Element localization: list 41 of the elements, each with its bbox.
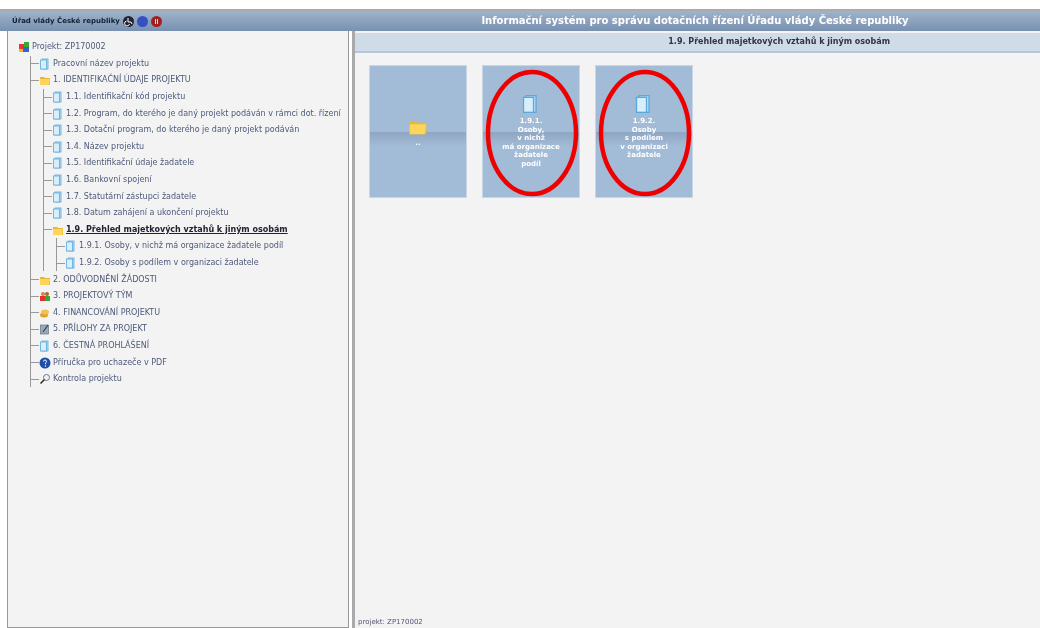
tree-item[interactable]: 1.6. Bankovní spojení — [64, 174, 152, 187]
tree-item[interactable]: 1.1. Identifikační kód projektu — [64, 91, 186, 104]
people-icon — [39, 290, 51, 303]
help-icon — [39, 356, 51, 369]
tree-item[interactable]: 1.2. Program, do kterého je daný projekt podáván v rámci dot. řízení — [64, 107, 341, 120]
section-title: 1.9. Přehled majetkových vztahů k jiným osobám — [355, 33, 1040, 53]
tree-item[interactable]: Projekt: ZP170002 — [30, 41, 106, 54]
document-icon — [52, 140, 64, 153]
document-icon — [52, 190, 64, 203]
tree-item[interactable]: Příručka pro uchazeče v PDF — [51, 356, 167, 369]
tree-item[interactable]: 1. IDENTIFIKAČNÍ ÚDAJE PROJEKTU — [51, 74, 191, 87]
folder-icon — [39, 74, 51, 87]
document-icon — [65, 257, 77, 269]
tree-item[interactable]: 1.8. Datum zahájení a ukončení projektu — [64, 207, 229, 220]
wheelchair-icon — [122, 15, 134, 27]
project-icon — [18, 41, 30, 54]
tree-item[interactable]: 1.9. Přehled majetkových vztahů k jiným osobám — [64, 223, 288, 236]
tree-item[interactable]: 6. ČESTNÁ PROHLÁŠENÍ — [51, 340, 150, 352]
tree-item[interactable]: Kontrola projektu — [51, 373, 122, 386]
document-icon — [52, 91, 64, 104]
search-icon — [39, 373, 51, 386]
document-icon — [39, 340, 51, 352]
document-icon — [39, 57, 51, 70]
tree-item[interactable]: 4. FINANCOVÁNÍ PROJEKTU — [51, 306, 161, 319]
document-icon — [52, 174, 64, 187]
document-icon — [52, 107, 64, 120]
tree-item[interactable]: 1.5. Identifikační údaje žadatele — [64, 157, 195, 170]
tree-item[interactable]: 1.4. Název projektu — [64, 140, 145, 153]
tree-item[interactable]: 2. ODŮVODNĚNÍ ŽÁDOSTI — [51, 273, 157, 286]
document-icon — [52, 124, 64, 137]
tree-item[interactable]: 5. PŘÍLOHY ZA PROJEKT — [51, 323, 147, 336]
tree-item[interactable]: 3. PROJEKTOVÝ TÝM — [51, 290, 133, 303]
document-icon — [65, 240, 77, 253]
tree-item[interactable]: 1.9.1. Osoby, v nichž má organizace žadatele podíl — [77, 240, 284, 253]
document-icon — [52, 207, 64, 220]
tree-item[interactable]: 1.3. Dotační program, do kterého je daný projekt podáván — [64, 124, 300, 137]
app-title: Informační systém pro správu dotačních řízení Úřadu vlády České republiky — [480, 13, 910, 28]
tree-item[interactable]: Pracovní název projektu — [51, 57, 150, 70]
tree-item[interactable]: 1.9.2. Osoby s podílem v organizaci žadatele — [77, 257, 259, 269]
tree-item[interactable]: 1.7. Statutární zástupci žadatele — [64, 190, 197, 203]
document-icon — [52, 157, 64, 170]
